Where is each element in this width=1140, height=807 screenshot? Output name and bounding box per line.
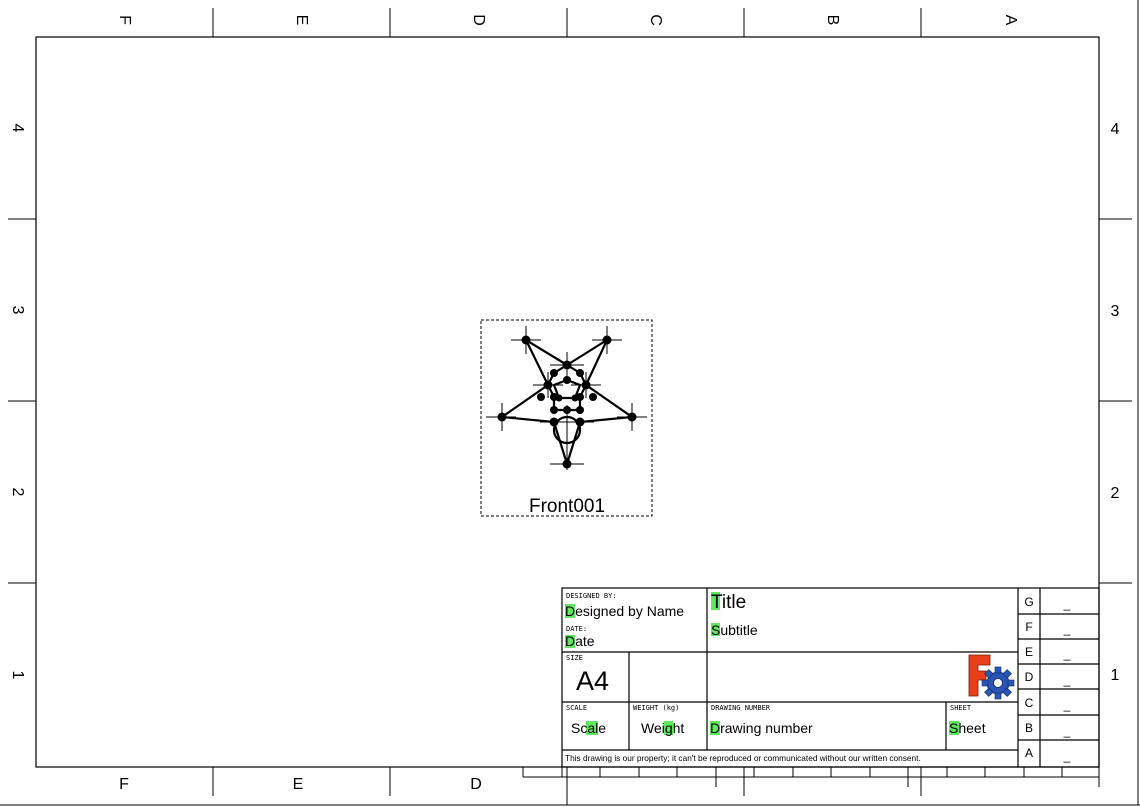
revision-value[interactable]: _ [1063,749,1071,763]
subtitle-value[interactable]: Subtitle [711,622,758,638]
revision-table: G _ F _ E _ D _ C _ B _ A _ [1024,595,1070,763]
scale-value[interactable]: Scale [571,720,606,736]
drawing-number-value[interactable]: Drawing number [710,720,813,736]
sheet-value[interactable]: Sheet [949,720,986,736]
size-label: SIZE [566,654,583,662]
scale-ruler [522,767,1100,787]
front-view[interactable]: Front001 [480,319,653,517]
column-label-top: F [116,15,133,25]
column-label-top: B [824,15,841,26]
row-label-left: 4 [9,124,26,133]
revision-value[interactable]: _ [1063,622,1071,636]
date-value[interactable]: Date [565,633,595,649]
revision-letter: F [1025,620,1032,634]
sheet-label: SHEET [950,704,972,712]
column-label-bottom: F [119,776,129,793]
designed-by-value[interactable]: Designed by Name [565,603,684,619]
revision-letter: G [1024,595,1033,609]
column-label-bottom: D [470,776,482,793]
bottom-column-labels: F E D [119,776,482,793]
drawing-number-label: DRAWING NUMBER [711,704,771,712]
revision-value[interactable]: _ [1063,647,1071,661]
row-label-right: 1 [1111,667,1120,684]
column-label-top: E [293,15,310,26]
revision-letter: B [1025,721,1033,735]
revision-value[interactable]: _ [1063,698,1071,712]
row-label-left: 3 [9,306,26,315]
row-label-left: 1 [9,671,26,680]
right-row-labels: 4 3 2 1 [1111,121,1120,684]
zone-dividers [8,8,1132,805]
row-label-right: 2 [1111,485,1120,502]
disclaimer-text: This drawing is our property; it can't b… [565,753,921,763]
row-label-right: 3 [1111,303,1120,320]
row-label-left: 2 [9,488,26,497]
left-row-labels: 4 3 2 1 [9,124,26,680]
revision-value[interactable]: _ [1063,724,1071,738]
revision-value[interactable]: _ [1063,673,1071,687]
designed-by-label: DESIGNED BY: [566,592,617,600]
title-block: DESIGNED BY: Designed by Name DATE: Date… [561,587,1100,768]
size-value[interactable]: A4 [576,666,609,696]
row-label-right: 4 [1111,121,1120,138]
date-label: DATE: [566,625,587,633]
title-value[interactable]: Title [711,592,746,613]
freecad-logo-icon [968,654,1015,700]
weight-value[interactable]: Weight [641,720,684,736]
view-label: Front001 [529,496,605,517]
column-label-top: C [647,14,664,26]
revision-letter: D [1025,670,1034,684]
drawing-sheet: F E D C B A F E D 4 3 2 1 4 3 2 1 Front0… [0,0,1140,806]
column-label-bottom: E [293,776,304,793]
revision-letter: E [1025,645,1033,659]
revision-value[interactable]: _ [1063,597,1071,611]
column-label-top: A [1002,15,1019,26]
column-label-top: D [470,14,487,26]
weight-label: WEIGHT (kg) [633,704,679,712]
scale-label: SCALE [566,704,587,712]
revision-letter: C [1025,696,1034,710]
revision-letter: A [1025,746,1033,760]
